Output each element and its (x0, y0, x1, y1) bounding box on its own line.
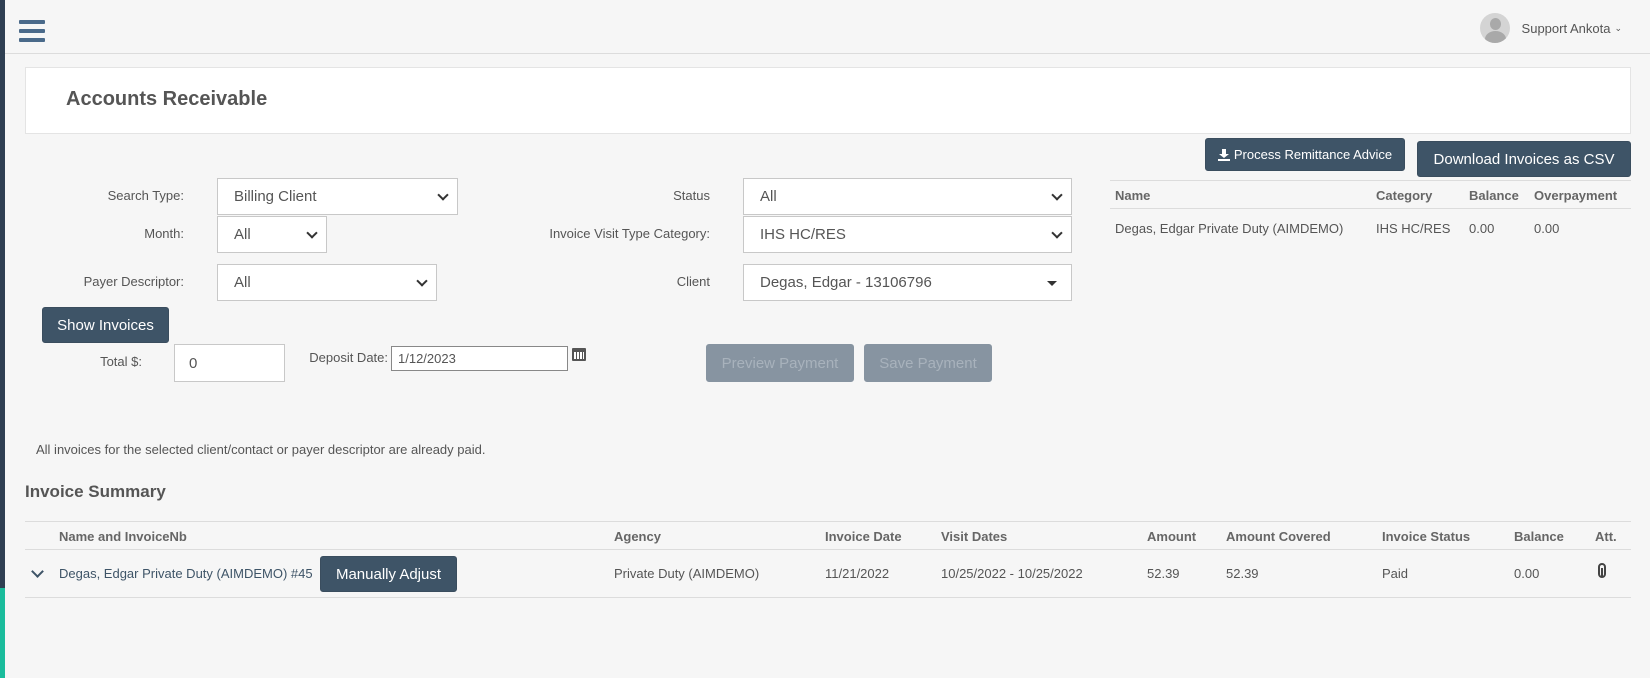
invoice-summary-table: Name and InvoiceNb Agency Invoice Date V… (25, 521, 1631, 598)
balance-table-header: Name Category Balance Overpayment (1110, 180, 1631, 209)
chevron-down-icon (437, 189, 449, 201)
visit-type-label: Invoice Visit Type Category: (549, 226, 710, 241)
search-type-value: Billing Client (234, 188, 317, 205)
manually-adjust-button[interactable]: Manually Adjust (320, 556, 457, 592)
download-icon (1217, 148, 1230, 161)
month-label: Month: (144, 226, 184, 241)
status-select[interactable]: All (743, 178, 1072, 215)
total-label: Total $: (100, 354, 142, 369)
header-amount-covered: Amount Covered (1226, 529, 1331, 544)
header-name: Name (1115, 188, 1151, 203)
search-type-label: Search Type: (107, 188, 184, 203)
header-category: Category (1376, 188, 1433, 203)
process-remittance-label: Process Remittance Advice (1233, 147, 1393, 162)
client-select[interactable]: Degas, Edgar - 13106796 (743, 264, 1072, 301)
deposit-date-label: Deposit Date: (309, 350, 388, 365)
chevron-down-icon (416, 275, 428, 287)
invoice-table-header: Name and InvoiceNb Agency Invoice Date V… (25, 521, 1631, 550)
cell-invoice-status: Paid (1382, 566, 1409, 581)
header-invoice-status: Invoice Status (1382, 529, 1471, 544)
invoice-link[interactable]: Degas, Edgar Private Duty (AIMDEMO) #45 (59, 566, 313, 581)
chevron-down-icon (306, 227, 318, 239)
cell-amount: 52.39 (1147, 566, 1180, 581)
paid-notice: All invoices for the selected client/con… (36, 442, 486, 457)
header-balance: Balance (1514, 529, 1564, 544)
header-attachment: Att. (1595, 529, 1617, 544)
user-menu[interactable]: Support Ankota ⌄ (1479, 13, 1622, 43)
chevron-down-icon (1051, 189, 1063, 201)
month-value: All (234, 226, 251, 243)
cell-amount-covered: 52.39 (1226, 566, 1259, 581)
user-avatar-icon (1479, 13, 1510, 43)
payer-descriptor-select[interactable]: All (217, 264, 437, 301)
hamburger-icon[interactable] (19, 20, 45, 42)
balance-table: Name Category Balance Overpayment Degas,… (1110, 180, 1631, 249)
save-payment-button[interactable]: Save Payment (864, 344, 992, 382)
cell-name: Degas, Edgar Private Duty (AIMDEMO) (1115, 221, 1344, 236)
title-panel: Accounts Receivable (25, 67, 1631, 134)
header-visit-dates: Visit Dates (941, 529, 1008, 544)
page-title: Accounts Receivable (66, 88, 268, 110)
status-label: Status (673, 188, 710, 203)
show-invoices-button[interactable]: Show Invoices (42, 307, 169, 343)
header-overpayment: Overpayment (1534, 188, 1618, 203)
header-invoice-date: Invoice Date (825, 529, 902, 544)
visit-type-select[interactable]: IHS HC/RES (743, 216, 1072, 253)
header-name-invoice: Name and InvoiceNb (59, 529, 187, 544)
visit-type-value: IHS HC/RES (760, 226, 846, 243)
month-select[interactable]: All (217, 216, 327, 253)
header-amount: Amount (1147, 529, 1197, 544)
header-balance: Balance (1469, 188, 1519, 203)
process-remittance-button[interactable]: Process Remittance Advice (1205, 138, 1405, 171)
chevron-down-icon (1051, 227, 1063, 239)
user-name: Support Ankota (1521, 20, 1611, 36)
payer-descriptor-label: Payer Descriptor: (83, 274, 184, 289)
chevron-down-icon: ⌄ (1614, 22, 1622, 33)
cell-balance: 0.00 (1469, 221, 1495, 236)
cell-agency: Private Duty (AIMDEMO) (614, 566, 760, 581)
client-value: Degas, Edgar - 13106796 (760, 274, 932, 291)
total-input[interactable]: 0 (174, 344, 285, 382)
cell-visit-dates: 10/25/2022 - 10/25/2022 (941, 566, 1083, 581)
cell-invoice-date: 11/21/2022 (825, 566, 890, 581)
sidebar-accent (0, 588, 5, 678)
client-label: Client (676, 274, 710, 289)
calendar-icon[interactable] (572, 348, 586, 361)
header-agency: Agency (614, 529, 661, 544)
chevron-down-icon[interactable] (31, 565, 44, 578)
caret-down-icon (1047, 281, 1057, 286)
table-row: Degas, Edgar Private Duty (AIMDEMO) #45 … (25, 550, 1631, 598)
cell-category: IHS HC/RES (1376, 221, 1451, 236)
paperclip-icon[interactable] (1598, 563, 1606, 578)
cell-balance: 0.00 (1514, 566, 1540, 581)
preview-payment-button[interactable]: Preview Payment (706, 344, 854, 382)
deposit-date-input[interactable]: 1/12/2023 (391, 346, 568, 371)
status-value: All (760, 188, 777, 205)
search-type-select[interactable]: Billing Client (217, 178, 458, 215)
payer-descriptor-value: All (234, 274, 251, 291)
invoice-summary-title: Invoice Summary (25, 482, 166, 501)
cell-overpayment: 0.00 (1534, 221, 1560, 236)
top-bar: Support Ankota ⌄ (5, 0, 1650, 54)
sidebar-strip (0, 0, 5, 678)
download-csv-button[interactable]: Download Invoices as CSV (1417, 141, 1631, 177)
table-row: Degas, Edgar Private Duty (AIMDEMO) IHS … (1110, 209, 1631, 249)
